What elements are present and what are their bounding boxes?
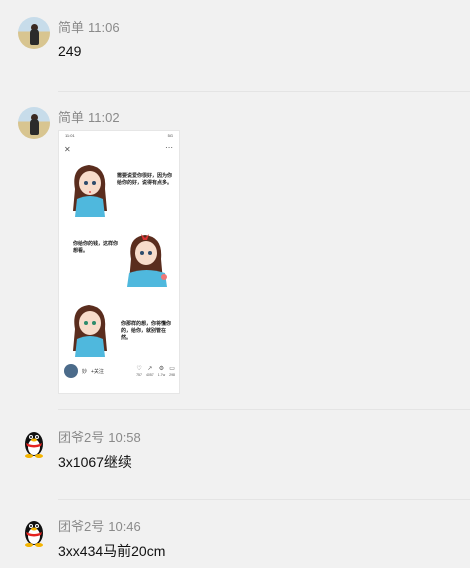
sender-name[interactable]: 团爷2号 [58,430,104,445]
message-divider [58,409,470,410]
author-name: 妙 [82,368,88,375]
like-count: 757 [136,372,142,377]
caption-3: 你那样的想，你将懂你的，给你，就别管在然。 [121,321,172,341]
post-stats: ♡ 757 ↗ 4057 ⚙ 1.7w ▭ 298 [136,366,175,377]
comment-stat: ▭ 298 [169,366,175,377]
message-divider [58,91,470,92]
message-time: 10:58 [108,430,141,445]
message-text: 3xx434马前20cm [58,543,166,559]
avatar-figure [30,29,39,45]
collect-stat: ⚙ 1.7w [158,366,165,377]
close-icon: ✕ [64,145,71,154]
sender-avatar[interactable] [18,107,50,139]
character-illustration [73,165,107,217]
message-time: 10:46 [108,519,141,534]
share-icon: ↗ [147,365,153,372]
status-time: 11:01 [65,133,75,138]
sender-avatar[interactable] [18,427,50,459]
penguin-icon [25,432,43,458]
caption-2: 你给你的钱，这样你想看。 [73,241,119,254]
message-text: 249 [58,43,82,59]
message-text: 3x1067继续 [58,454,132,470]
message-meta: 团爷2号 10:46 [58,516,141,535]
post-footer: 妙 +关注 ♡ 757 ↗ 4057 ⚙ 1.7w ▭ 298 [64,363,175,379]
image-attachment[interactable]: 11:01 5G ✕ ⋯ 需要说爱你很好，因为你给你的好，说得有点多。 你给你的… [58,130,180,394]
message-meta: 简单 11:02 [58,107,120,126]
status-network: 5G [167,133,173,138]
author-avatar [64,364,78,378]
character-illustration [127,234,167,287]
sender-avatar[interactable] [18,17,50,49]
status-bar: 11:01 5G [65,133,173,138]
avatar-figure [30,119,39,135]
gear-icon: ⚙ [158,365,165,372]
sender-name[interactable]: 简单 [58,110,84,125]
comment-icon: ▭ [169,365,175,372]
collect-count: 1.7w [157,372,166,377]
more-icon: ⋯ [165,143,173,152]
like-icon: ♡ [136,365,142,372]
message-time: 11:02 [88,110,120,125]
character-illustration [73,305,107,357]
caption-1: 需要说爱你很好，因为你给你的好，说得有点多。 [117,173,173,186]
share-stat: ↗ 4057 [146,366,154,377]
penguin-icon [25,521,43,547]
sender-name[interactable]: 简单 [58,20,84,35]
message-meta: 团爷2号 10:58 [58,427,141,446]
message-meta: 简单 11:06 [58,17,120,36]
comment-count: 298 [169,372,175,377]
share-count: 4057 [145,372,154,377]
sender-avatar[interactable] [18,516,50,548]
follow-button: +关注 [91,368,104,375]
like-stat: ♡ 757 [136,366,142,377]
message-divider [58,499,470,500]
message-time: 11:06 [88,20,120,35]
sender-name[interactable]: 团爷2号 [58,519,104,534]
